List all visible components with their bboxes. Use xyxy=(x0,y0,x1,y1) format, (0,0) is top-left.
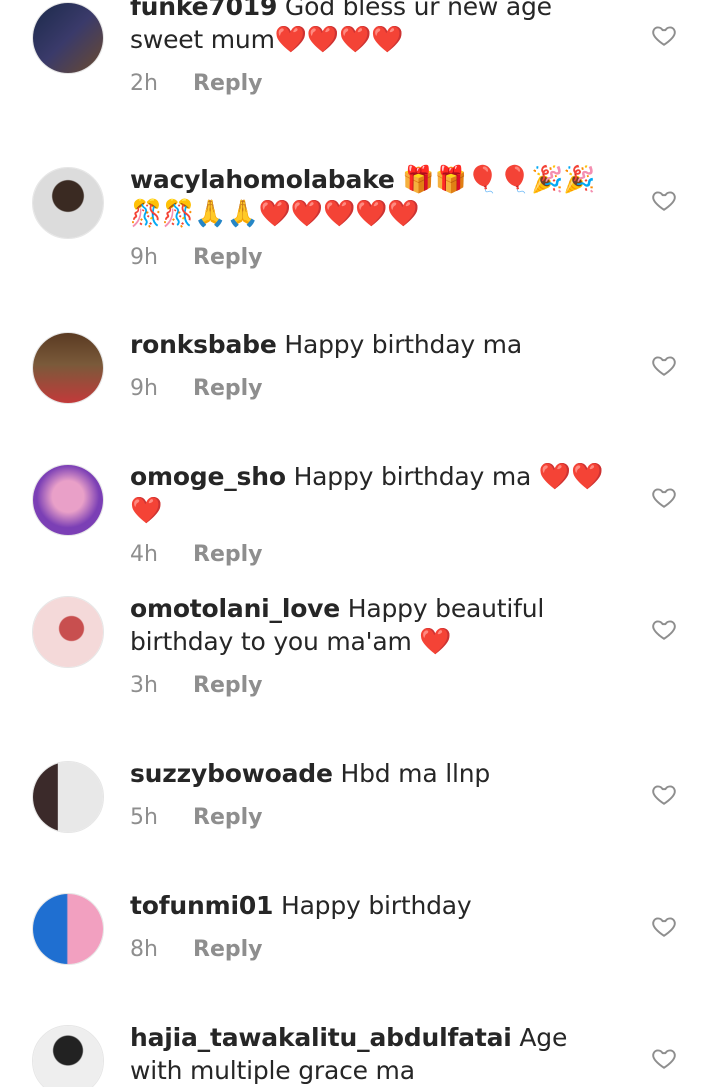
reply-button[interactable]: Reply xyxy=(193,542,263,567)
comment-text: Happy birthday ma xyxy=(284,330,522,359)
avatar[interactable] xyxy=(32,464,104,536)
comment-meta: 9h Reply xyxy=(130,245,610,275)
comments-feed: funke7019 God bless ur new age sweet mum… xyxy=(0,0,720,1087)
comment-time: 9h xyxy=(130,376,158,401)
comment-username[interactable]: omoge_sho xyxy=(130,462,286,491)
comment-text-block: hajia_tawakalitu_abdulfatai Age with mul… xyxy=(130,1021,610,1087)
comment-text: Happy birthday ma xyxy=(293,462,532,491)
comment-text: Hbd ma llnp xyxy=(340,759,491,788)
avatar[interactable] xyxy=(32,596,104,668)
comment-username[interactable]: wacylahomolabake xyxy=(130,165,395,194)
comment-meta: 3h Reply xyxy=(130,673,610,703)
comment-time: 4h xyxy=(130,542,158,567)
comment-username[interactable]: suzzybowoade xyxy=(130,759,333,788)
comment-username[interactable]: hajia_tawakalitu_abdulfatai xyxy=(130,1023,512,1052)
reply-button[interactable]: Reply xyxy=(193,805,263,830)
comment-time: 9h xyxy=(130,245,158,270)
heart-outline-icon[interactable] xyxy=(651,781,677,807)
comment-text-block: suzzybowoade Hbd ma llnp xyxy=(130,757,610,791)
heart-outline-icon[interactable] xyxy=(651,22,677,48)
reply-button[interactable]: Reply xyxy=(193,937,263,962)
heart-outline-icon[interactable] xyxy=(651,616,677,642)
heart-outline-icon[interactable] xyxy=(651,187,677,213)
comment-meta: 8h Reply xyxy=(130,937,610,967)
heart-outline-icon[interactable] xyxy=(651,1045,677,1071)
avatar[interactable] xyxy=(32,167,104,239)
comment-text-block: ronksbabe Happy birthday ma xyxy=(130,328,610,362)
comment-text-block: wacylahomolabake 🎁🎁🎈🎈🎉🎉🎊🎊🙏🙏❤️❤️❤️❤️❤️ xyxy=(130,163,610,231)
avatar[interactable] xyxy=(32,332,104,404)
comment-username[interactable]: ronksbabe xyxy=(130,330,277,359)
comment-meta: 2h Reply xyxy=(130,71,610,101)
comment-emojis: ❤️❤️❤️❤️ xyxy=(274,25,404,55)
comment-time: 8h xyxy=(130,937,158,962)
comment-text-block: omotolani_love Happy beautiful birthday … xyxy=(130,592,610,659)
comment-meta: 5h Reply xyxy=(130,805,610,835)
comment-meta: 9h Reply xyxy=(130,376,610,406)
reply-button[interactable]: Reply xyxy=(193,71,263,96)
heart-outline-icon[interactable] xyxy=(651,484,677,510)
comment-username[interactable]: funke7019 xyxy=(130,0,277,21)
comment-text-block: funke7019 God bless ur new age sweet mum… xyxy=(130,0,610,57)
comment-meta: 4h Reply xyxy=(130,542,610,572)
comment-text-block: omoge_sho Happy birthday ma ❤️❤️❤️ xyxy=(130,460,610,528)
reply-button[interactable]: Reply xyxy=(193,673,263,698)
avatar[interactable] xyxy=(32,761,104,833)
reply-button[interactable]: Reply xyxy=(193,245,263,270)
comment-time: 5h xyxy=(130,805,158,830)
heart-outline-icon[interactable] xyxy=(651,352,677,378)
comment-text-block: tofunmi01 Happy birthday xyxy=(130,889,610,923)
comment-username[interactable]: omotolani_love xyxy=(130,594,340,623)
comment-time: 3h xyxy=(130,673,158,698)
reply-button[interactable]: Reply xyxy=(193,376,263,401)
avatar[interactable] xyxy=(32,893,104,965)
avatar[interactable] xyxy=(32,1025,104,1087)
comment-emojis: ❤️ xyxy=(419,627,452,657)
avatar[interactable] xyxy=(32,2,104,74)
comment-text: Happy birthday xyxy=(280,891,472,920)
heart-outline-icon[interactable] xyxy=(651,913,677,939)
comment-username[interactable]: tofunmi01 xyxy=(130,891,273,920)
comment-time: 2h xyxy=(130,71,158,96)
